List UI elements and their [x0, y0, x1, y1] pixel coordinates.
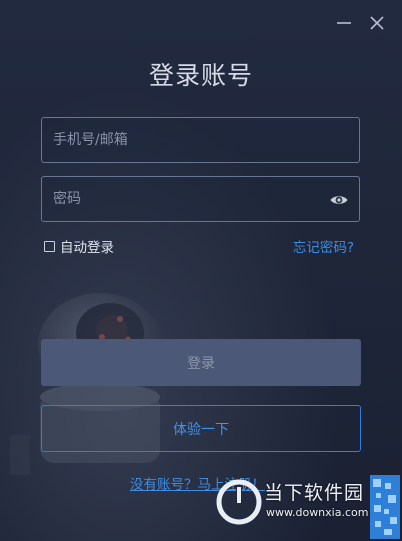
watermark-name: 当下软件园	[264, 482, 365, 504]
close-icon	[370, 16, 384, 30]
close-button[interactable]	[366, 12, 388, 34]
account-input[interactable]	[42, 118, 359, 162]
auto-login-checkbox[interactable]: 自动登录	[44, 236, 114, 256]
account-field	[41, 117, 360, 163]
trial-button[interactable]: 体验一下	[41, 405, 361, 452]
password-input[interactable]	[42, 177, 359, 221]
page-title: 登录账号	[148, 61, 253, 90]
password-field	[41, 176, 360, 222]
watermark-url: www.downxia.com	[266, 506, 369, 519]
checkbox-box[interactable]	[44, 240, 55, 252]
auto-login-label: 自动登录	[60, 240, 114, 256]
register-link[interactable]: 没有账号？马上注册！	[130, 473, 265, 493]
login-button[interactable]: 登录	[41, 339, 361, 386]
forgot-password-link[interactable]: 忘记密码?	[293, 236, 354, 256]
login-window: 登录账号 自动登录 忘记密码? 登录 体验一下 没有账号？马上注册！ 当下软件园…	[0, 0, 402, 541]
eye-icon[interactable]	[329, 190, 349, 210]
minimize-button[interactable]	[333, 12, 355, 34]
minimize-icon	[337, 22, 351, 24]
qr-code-icon	[370, 475, 400, 539]
